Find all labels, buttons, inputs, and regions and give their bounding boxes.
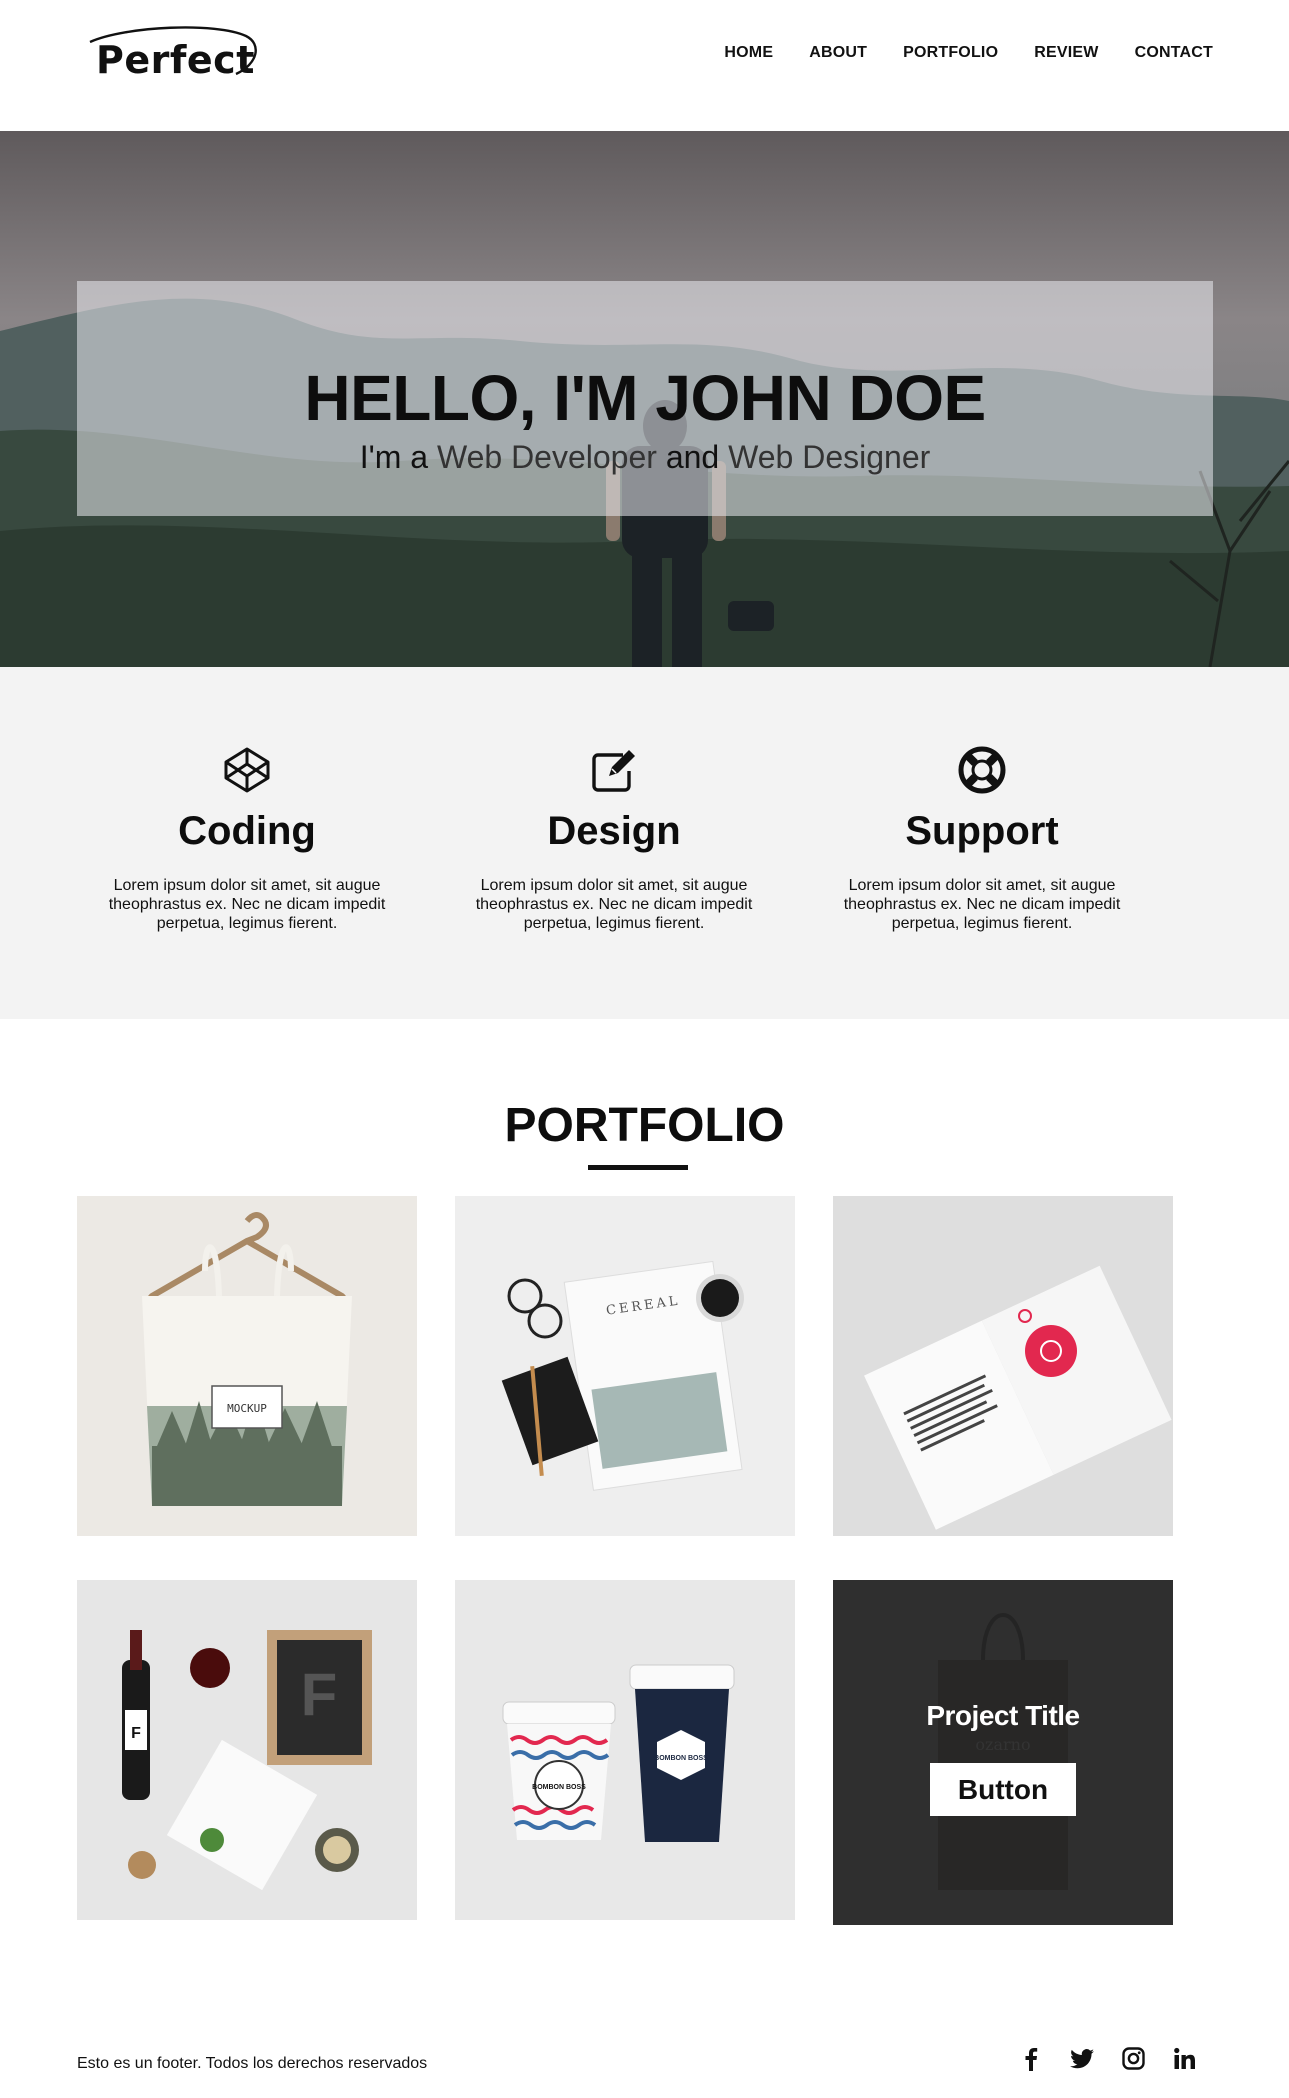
hero-subtitle-and: and bbox=[656, 439, 729, 475]
project-title: Project Title bbox=[926, 1700, 1080, 1731]
footer-copyright: Esto es un footer. Todos los derechos re… bbox=[77, 2055, 428, 2072]
facebook-icon[interactable] bbox=[1019, 2046, 1044, 2071]
site-header: Perfect HOME ABOUT PORTFOLIO REVIEW CONT… bbox=[0, 0, 1289, 131]
service-text: Lorem ipsum dolor sit amet, sit augue th… bbox=[475, 877, 753, 932]
service-support: Support Lorem ipsum dolor sit amet, sit … bbox=[832, 745, 1132, 933]
portfolio-item-shopping-bag[interactable]: ozarno Project Title Button bbox=[833, 1580, 1173, 1925]
portfolio-item-magazine[interactable]: CEREAL bbox=[455, 1196, 795, 1536]
nav-home[interactable]: HOME bbox=[724, 44, 773, 62]
portfolio-title-underline bbox=[588, 1165, 688, 1170]
cup-label: BOMBON BOSS bbox=[532, 1784, 586, 1791]
logo-text: Perfect bbox=[96, 38, 255, 82]
portfolio-item-coffee-cups[interactable]: BOMBON BOSS BOMBON BOSS bbox=[455, 1580, 795, 1920]
hero-subtitle: I'm a Web Developer and Web Designer bbox=[77, 439, 1213, 476]
instagram-icon[interactable] bbox=[1121, 2046, 1146, 2071]
project-overlay: Project Title Button bbox=[833, 1580, 1173, 1925]
hero-text-box: HELLO, I'M JOHN DOE I'm a Web Developer … bbox=[77, 281, 1213, 516]
chalkboard-letter: F bbox=[301, 1661, 338, 1728]
service-design: Design Lorem ipsum dolor sit amet, sit a… bbox=[464, 745, 764, 933]
service-text: Lorem ipsum dolor sit amet, sit augue th… bbox=[108, 877, 386, 932]
service-title: Coding bbox=[178, 809, 316, 853]
social-links bbox=[1019, 2046, 1197, 2071]
nav-about[interactable]: ABOUT bbox=[809, 44, 867, 62]
hero-role-designer: Web Designer bbox=[728, 439, 931, 475]
life-ring-icon bbox=[957, 745, 1007, 795]
project-button[interactable]: Button bbox=[930, 1763, 1076, 1816]
hero-subtitle-prefix: I'm a bbox=[359, 439, 437, 475]
service-title: Support bbox=[905, 809, 1059, 853]
tote-label: MOCKUP bbox=[227, 1402, 267, 1415]
portfolio-item-wine-branding[interactable]: F F bbox=[77, 1580, 417, 1920]
edit-icon bbox=[589, 745, 639, 795]
main-nav: HOME ABOUT PORTFOLIO REVIEW CONTACT bbox=[724, 44, 1213, 62]
hero-role-developer: Web Developer bbox=[436, 439, 657, 475]
portfolio-title: PORTFOLIO bbox=[504, 1099, 785, 1152]
twitter-icon[interactable] bbox=[1070, 2046, 1095, 2071]
service-text: Lorem ipsum dolor sit amet, sit augue th… bbox=[843, 877, 1121, 932]
services-section: Coding Lorem ipsum dolor sit amet, sit a… bbox=[0, 667, 1289, 1019]
wine-label-letter: F bbox=[131, 1725, 141, 1742]
portfolio-item-tote-bag[interactable]: MOCKUP bbox=[77, 1196, 417, 1536]
cup-label-dark: BOMBON BOSS bbox=[654, 1755, 708, 1762]
logo[interactable]: Perfect bbox=[86, 24, 262, 86]
nav-review[interactable]: REVIEW bbox=[1034, 44, 1098, 62]
linkedin-icon[interactable] bbox=[1172, 2046, 1197, 2071]
codepen-icon bbox=[222, 745, 272, 795]
portfolio-item-book[interactable] bbox=[833, 1196, 1173, 1536]
service-coding: Coding Lorem ipsum dolor sit amet, sit a… bbox=[97, 745, 397, 933]
nav-contact[interactable]: CONTACT bbox=[1135, 44, 1213, 62]
service-title: Design bbox=[547, 809, 681, 853]
hero-section: HELLO, I'M JOHN DOE I'm a Web Developer … bbox=[0, 131, 1289, 667]
hero-title: HELLO, I'M JOHN DOE bbox=[304, 362, 986, 434]
nav-portfolio[interactable]: PORTFOLIO bbox=[903, 44, 998, 62]
